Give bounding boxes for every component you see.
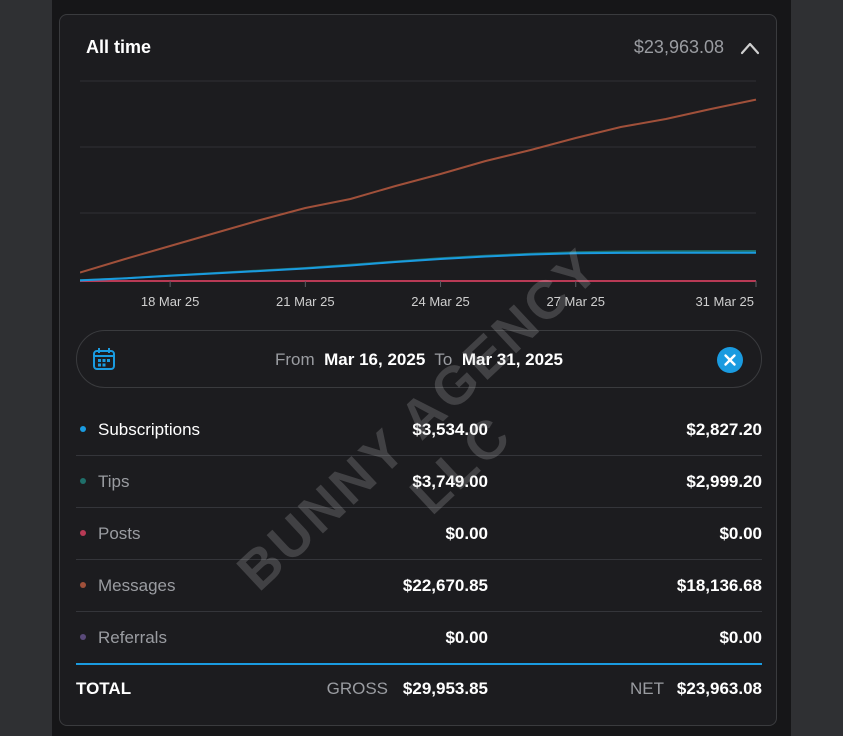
to-label: To [434,350,453,369]
legend-dot [80,530,86,536]
total-label: TOTAL [76,679,132,698]
breakdown-row-messages[interactable]: Messages $22,670.85 $18,136.68 [76,560,762,612]
row-gross: $0.00 [445,524,488,543]
date-range-text: From Mar 16, 2025 To Mar 31, 2025 [77,350,761,370]
clear-icon[interactable] [717,347,743,373]
row-gross: $3,749.00 [412,472,488,491]
to-date[interactable]: Mar 31, 2025 [462,350,563,369]
series-line [80,251,757,282]
period-title: All time [86,37,152,57]
x-tick-label: 27 Mar 25 [546,294,605,309]
row-net: $2,827.20 [686,420,762,439]
row-label: Subscriptions [98,420,201,439]
row-net: $0.00 [719,628,762,647]
earnings-breakdown: Subscriptions $3,534.00 $2,827.20 Tips $… [76,404,762,665]
row-gross: $3,534.00 [412,420,488,439]
breakdown-row-subscriptions[interactable]: Subscriptions $3,534.00 $2,827.20 [76,404,762,456]
legend-dot [80,634,86,640]
breakdown-row-posts[interactable]: Posts $0.00 $0.00 [76,508,762,560]
legend-dot [80,582,86,588]
x-tick-label: 18 Mar 25 [141,294,200,309]
from-date[interactable]: Mar 16, 2025 [324,350,425,369]
totals-row: TOTAL GROSS $29,953.85 NET $23,963.08 [76,675,762,705]
breakdown-row-referrals[interactable]: Referrals $0.00 $0.00 [76,612,762,665]
row-gross: $0.00 [445,628,488,647]
date-range-picker[interactable]: From Mar 16, 2025 To Mar 31, 2025 [76,330,762,388]
left-background [0,0,52,736]
row-label: Messages [98,576,176,595]
chevron-up-icon[interactable] [740,41,760,55]
card-header[interactable]: All time $23,963.08 [60,15,776,81]
row-label: Referrals [98,628,167,647]
period-total: $23,963.08 [633,37,724,57]
net-total: $23,963.08 [676,679,762,698]
series-line [80,98,757,274]
legend-dot [80,426,86,432]
row-net: $0.00 [719,524,762,543]
right-background [791,0,843,736]
row-gross: $22,670.85 [402,576,488,595]
x-tick-label: 24 Mar 25 [411,294,470,309]
row-label: Posts [98,524,141,543]
from-label: From [275,350,315,369]
row-label: Tips [98,472,130,491]
gross-label: GROSS [326,679,388,698]
breakdown-row-tips[interactable]: Tips $3,749.00 $2,999.20 [76,456,762,508]
x-tick-label: 21 Mar 25 [276,294,335,309]
row-net: $2,999.20 [686,472,762,491]
legend-dot [80,478,86,484]
x-tick-label: 31 Mar 25 [695,294,754,309]
row-net: $18,136.68 [676,576,762,595]
earnings-card: All time $23,963.08 18 Mar 25 21 Mar 25 24… [59,14,777,726]
earnings-chart: 18 Mar 25 21 Mar 25 24 Mar 25 27 Mar 25 31 M… [80,80,757,309]
net-label: NET [630,679,664,698]
gross-total: $29,953.85 [402,679,488,698]
